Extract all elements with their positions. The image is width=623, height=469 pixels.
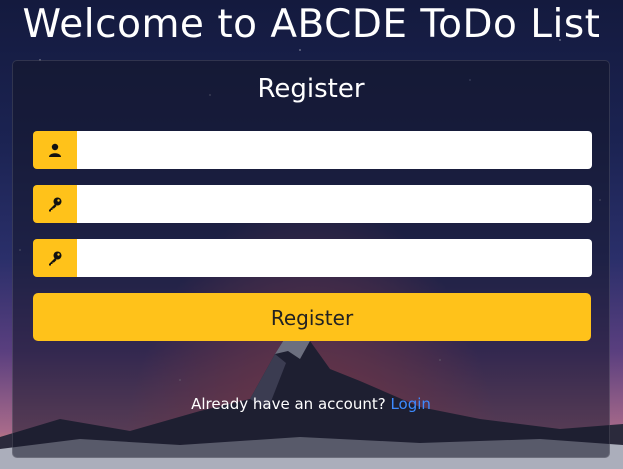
password-input[interactable] xyxy=(77,185,592,223)
key-icon xyxy=(33,185,77,223)
page-title: Welcome to ABCDE ToDo List xyxy=(22,2,601,47)
register-card: Register Register Already have an accoun… xyxy=(12,60,610,458)
login-link[interactable]: Login xyxy=(390,395,430,413)
confirm-password-field xyxy=(33,239,592,277)
register-button[interactable]: Register xyxy=(33,293,591,341)
login-prompt: Already have an account? Login xyxy=(13,395,609,413)
confirm-password-input[interactable] xyxy=(77,239,592,277)
user-icon xyxy=(33,131,77,169)
password-field xyxy=(33,185,592,223)
login-prompt-text: Already have an account? xyxy=(191,395,386,413)
key-icon xyxy=(33,239,77,277)
username-input[interactable] xyxy=(77,131,592,169)
register-heading: Register xyxy=(257,74,365,104)
username-field xyxy=(33,131,592,169)
